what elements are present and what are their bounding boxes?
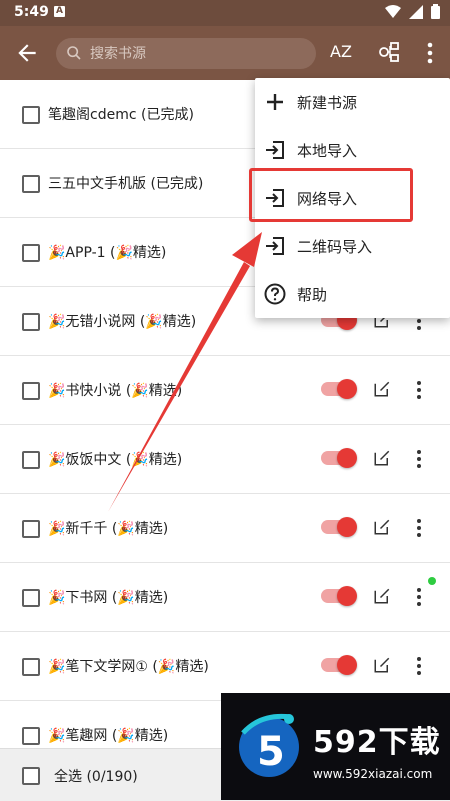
edit-icon[interactable] [373,518,391,536]
menu-item-help[interactable]: 帮助 [255,270,450,318]
enable-toggle[interactable] [321,379,357,399]
site-logo: 5 [239,713,299,777]
overflow-menu-icon[interactable] [427,42,433,64]
menu-item-new-source[interactable]: 新建书源 [255,78,450,126]
watermark-url: www.592xiazai.com [313,767,433,781]
toggle-knob [337,517,357,537]
import-icon [266,141,284,159]
signal-icon [409,4,423,19]
sort-az-icon[interactable]: AZ [330,42,352,61]
battery-icon [431,4,440,19]
menu-item-local-import[interactable]: 本地导入 [255,126,450,174]
enable-toggle[interactable] [321,655,357,675]
plus-icon [267,94,283,110]
edit-icon[interactable] [373,587,391,605]
edit-icon[interactable] [373,449,391,467]
toolbar: AZ [0,26,450,80]
more-icon[interactable] [414,518,424,538]
wifi-icon [385,4,401,18]
row-checkbox[interactable] [22,382,40,400]
update-indicator-dot [428,577,436,585]
help-icon [264,283,286,305]
list-item[interactable]: 🎉饭饭中文 (🎉精选) [0,425,450,494]
more-icon[interactable] [414,656,424,676]
search-box[interactable] [56,38,316,69]
enable-toggle[interactable] [321,517,357,537]
menu-item-label: 帮助 [297,286,328,304]
enable-toggle[interactable] [321,448,357,468]
toggle-knob [337,586,357,606]
source-name: 🎉下书网 (🎉精选) [48,590,169,606]
row-checkbox[interactable] [22,244,40,262]
edit-icon[interactable] [373,656,391,674]
watermark-title: 592下载 [313,725,441,760]
row-checkbox[interactable] [22,313,40,331]
select-all-label: 全选 (0/190) [54,769,138,785]
svg-text:5: 5 [257,729,285,775]
toggle-knob [337,655,357,675]
source-name: 🎉笔下文学网① (🎉精选) [48,659,209,675]
source-name: 🎉无错小说网 (🎉精选) [48,314,197,330]
group-icon[interactable] [378,41,400,63]
status-bar: 5:49 A [0,0,450,26]
enable-toggle[interactable] [321,586,357,606]
status-time: 5:49 [14,4,49,20]
more-icon[interactable] [414,449,424,469]
source-name: 🎉APP-1 (🎉精选) [48,245,167,261]
row-checkbox[interactable] [22,727,40,745]
menu-item-qrcode-import[interactable]: 二维码导入 [255,222,450,270]
row-checkbox[interactable] [22,451,40,469]
toggle-knob [337,379,357,399]
menu-item-label: 本地导入 [297,142,358,160]
source-name: 笔趣阁cdemc (已完成) [48,107,194,123]
back-arrow-icon[interactable] [14,40,40,66]
row-checkbox[interactable] [22,175,40,193]
source-name: 🎉饭饭中文 (🎉精选) [48,452,183,468]
system-icons [385,4,440,19]
source-name: 🎉书快小说 (🎉精选) [48,383,183,399]
import-icon [266,237,284,255]
row-checkbox[interactable] [22,658,40,676]
select-all-checkbox[interactable] [22,767,40,785]
toggle-knob [337,448,357,468]
edit-icon[interactable] [373,380,391,398]
search-input[interactable] [90,38,300,69]
search-icon [67,46,81,60]
more-icon[interactable] [414,587,424,607]
list-item[interactable]: 🎉书快小说 (🎉精选) [0,356,450,425]
menu-item-label: 新建书源 [297,94,358,112]
highlight-box [249,168,413,222]
row-checkbox[interactable] [22,520,40,538]
list-item[interactable]: 🎉笔下文学网① (🎉精选) [0,632,450,701]
list-item[interactable]: 🎉新千千 (🎉精选) [0,494,450,563]
source-name: 三五中文手机版 (已完成) [48,176,204,192]
row-checkbox[interactable] [22,106,40,124]
row-checkbox[interactable] [22,589,40,607]
watermark: 5 592下载 www.592xiazai.com [221,693,450,800]
notification-icon: A [54,6,65,17]
more-icon[interactable] [414,380,424,400]
list-item[interactable]: 🎉下书网 (🎉精选) [0,563,450,632]
source-name: 🎉笔趣网 (🎉精选) [48,728,169,744]
menu-item-label: 二维码导入 [297,238,373,256]
source-name: 🎉新千千 (🎉精选) [48,521,169,537]
